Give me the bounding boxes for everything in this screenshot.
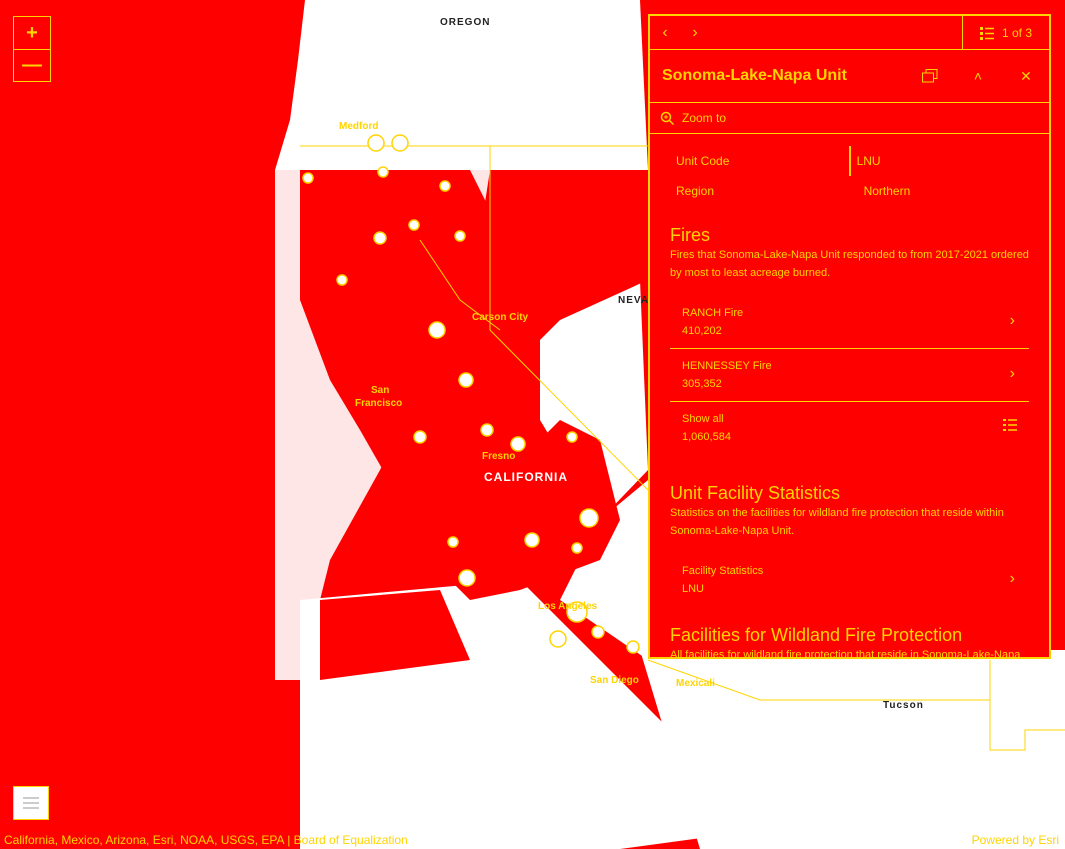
powered-by-esri[interactable]: Powered by Esri [972,833,1059,847]
fire-item[interactable]: HENNESSEY Fire 305,352 › [670,349,1029,402]
facilities-description: All facilities for wildland fire protect… [670,649,1021,659]
dock-button[interactable] [918,64,942,88]
map-label-medford: Medford [339,121,379,132]
collapse-button[interactable]: ˄ [966,64,990,88]
next-feature-button[interactable]: › [680,16,710,49]
fire-acres: 410,202 [682,325,722,337]
popup-header: Sonoma-Lake-Napa Unit ˄ ✕ [650,50,1049,103]
fire-item[interactable]: RANCH Fire 410,202 › [670,296,1029,349]
fire-name: RANCH Fire [682,307,744,319]
facility-statistics-item[interactable]: Facility Statistics LNU › [670,554,1029,606]
attribute-table: Unit Code LNU Region Northern [670,146,1030,206]
zoom-to-label: Zoom to [682,111,727,125]
dock-icon [922,69,938,83]
stats-heading: Unit Facility Statistics [670,483,841,503]
feature-counter: 1 of 3 [1001,25,1033,40]
chevron-right-icon: › [1009,570,1015,587]
facility-marker [566,431,578,443]
popup-nav-bar: ‹ › 1 of 3 [650,16,1049,50]
map-attribution[interactable]: California, Mexico, Arizona, Esri, NOAA,… [4,833,408,847]
show-all-label: Show all [682,413,724,425]
layer-list-button[interactable] [13,786,49,820]
facility-marker [336,274,348,286]
attribute-label: Region [676,184,715,198]
chevron-left-icon: ‹ [662,23,668,41]
facility-marker [302,172,314,184]
map-label-san-diego: San Diego [590,675,639,686]
zoom-in-button[interactable]: + [14,17,50,49]
facility-marker [413,430,427,444]
close-icon: ✕ [1020,67,1032,84]
feature-popup: ‹ › 1 of 3 Sonoma-Lake-Napa Unit ˄ ✕ Zoo… [648,14,1051,659]
facility-marker [549,630,567,648]
facility-marker [579,508,599,528]
map-label-los-angeles: Los Angeles [538,601,598,612]
zoom-to-action[interactable]: Zoom to [650,103,1049,134]
facility-marker [447,536,459,548]
map-label-san-francisco-1: San [371,385,390,396]
facilities-heading: Facilities for Wildland Fire Protection [670,625,963,645]
stats-section: Unit Facility Statistics Statistics on t… [670,482,1029,606]
show-all-value: 1,060,584 [682,431,731,443]
map-label-tucson: Tucson [883,700,924,711]
map-label-mexicali: Mexicali [676,678,715,689]
map-label-nevada: NEVA [618,295,650,306]
attribute-row: Unit Code LNU [670,146,1030,176]
fire-acres: 305,352 [682,378,722,390]
list-icon [1003,419,1017,431]
attribute-value: LNU [848,146,1030,176]
facility-marker [510,436,526,452]
facility-marker [408,219,420,231]
chevron-right-icon: › [1009,365,1015,382]
zoom-out-button[interactable]: — [14,49,50,81]
popup-content[interactable]: Unit Code LNU Region Northern Fires Fire… [650,134,1049,659]
feature-menu-button[interactable]: 1 of 3 [962,16,1049,49]
map-label-california: CALIFORNIA [484,470,568,484]
show-all-fires[interactable]: Show all 1,060,584 [670,402,1029,454]
stats-description: Statistics on the facilities for wildlan… [670,507,1004,537]
map-label-san-francisco-2: Francisco [355,398,403,409]
facility-statistics-value: LNU [682,583,705,595]
map-label-oregon: OREGON [440,17,491,28]
fires-description: Fires that Sonoma-Lake-Napa Unit respond… [670,249,1029,279]
fire-name: HENNESSEY Fire [682,360,772,372]
facility-marker [458,372,474,388]
map-label-fresno: Fresno [482,451,516,462]
popup-title: Sonoma-Lake-Napa Unit [662,67,847,84]
facility-marker [458,569,476,587]
attribute-label: Unit Code [676,154,730,168]
facility-marker [626,640,640,654]
facility-marker [454,230,466,242]
facility-marker [428,321,446,339]
chevron-right-icon: › [1009,312,1015,329]
fires-heading: Fires [670,225,710,245]
attribute-value: Northern [863,184,911,198]
facility-marker [377,166,389,178]
close-button[interactable]: ✕ [1014,64,1038,88]
layer-list-icon [23,797,39,809]
prev-feature-button[interactable]: ‹ [650,16,680,49]
facility-marker [373,231,387,245]
facility-marker [524,532,540,548]
zoom-to-icon [660,111,674,125]
facility-marker [591,625,605,639]
map-label-carson-city: Carson City [472,312,529,323]
zoom-control: + — [13,16,51,82]
facility-marker [571,542,583,554]
facility-marker [439,180,451,192]
facility-marker [480,423,494,437]
chevron-right-icon: › [692,23,698,41]
facility-marker [367,134,385,152]
facility-statistics-name: Facility Statistics [682,565,764,577]
attribute-row: Region Northern [670,176,1030,206]
facilities-section: Facilities for Wildland Fire Protection … [670,624,1029,659]
list-icon [979,26,994,40]
facility-marker [391,134,409,152]
chevron-up-icon: ˄ [973,68,983,84]
